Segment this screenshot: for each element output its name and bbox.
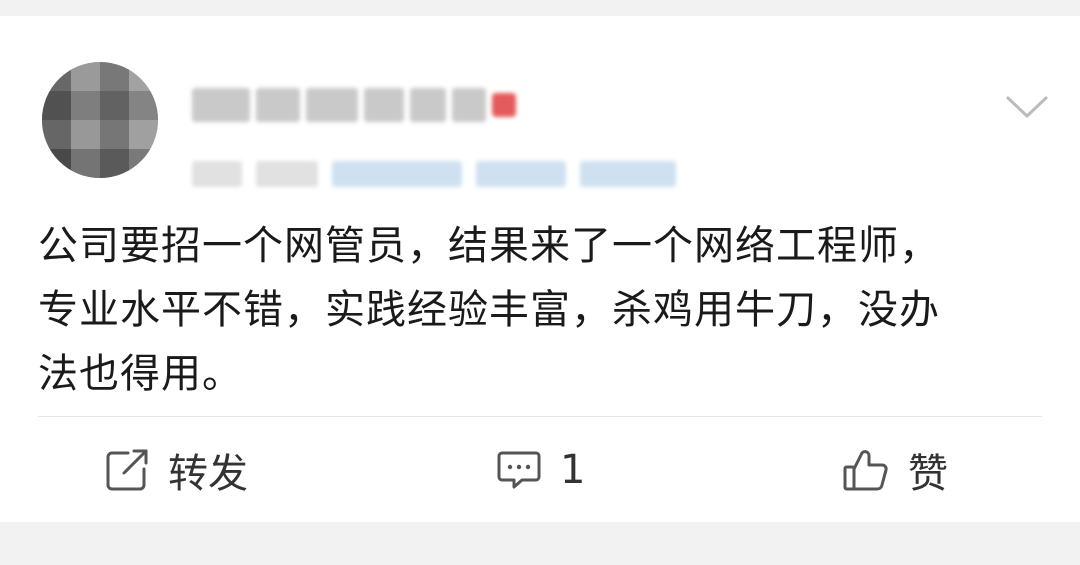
like-label: 赞 <box>908 451 948 497</box>
username-blurred[interactable] <box>192 80 522 130</box>
comment-icon <box>496 449 542 491</box>
avatar-mosaic <box>42 62 158 178</box>
post-text-line-3: 法也得用。 <box>38 351 243 397</box>
share-icon <box>104 447 150 493</box>
like-button[interactable]: 赞 <box>842 418 948 522</box>
page: 公司要招一个网管员，结果来了一个网络工程师， 专业水平不错，实践经验丰富，杀鸡用… <box>0 0 1080 565</box>
member-badge-icon <box>492 93 516 117</box>
weibo-post-card: 公司要招一个网管员，结果来了一个网络工程师， 专业水平不错，实践经验丰富，杀鸡用… <box>0 16 1080 522</box>
comment-count: 1 <box>560 447 586 493</box>
divider <box>38 416 1042 417</box>
thumbs-up-icon <box>842 447 890 493</box>
comment-button[interactable]: 1 <box>496 418 585 522</box>
post-meta-blurred <box>192 156 692 192</box>
chevron-down-icon[interactable] <box>1004 88 1050 124</box>
post-text-line-1: 公司要招一个网管员，结果来了一个网络工程师， <box>38 223 940 269</box>
post-text-line-2: 专业水平不错，实践经验丰富，杀鸡用牛刀，没办 <box>38 287 940 333</box>
post-actions-bar: 转发 1 赞 <box>0 418 1080 522</box>
repost-label: 转发 <box>168 451 248 497</box>
post-text: 公司要招一个网管员，结果来了一个网络工程师， 专业水平不错，实践经验丰富，杀鸡用… <box>38 214 1042 406</box>
repost-button[interactable]: 转发 <box>104 418 248 522</box>
avatar[interactable] <box>42 62 158 178</box>
